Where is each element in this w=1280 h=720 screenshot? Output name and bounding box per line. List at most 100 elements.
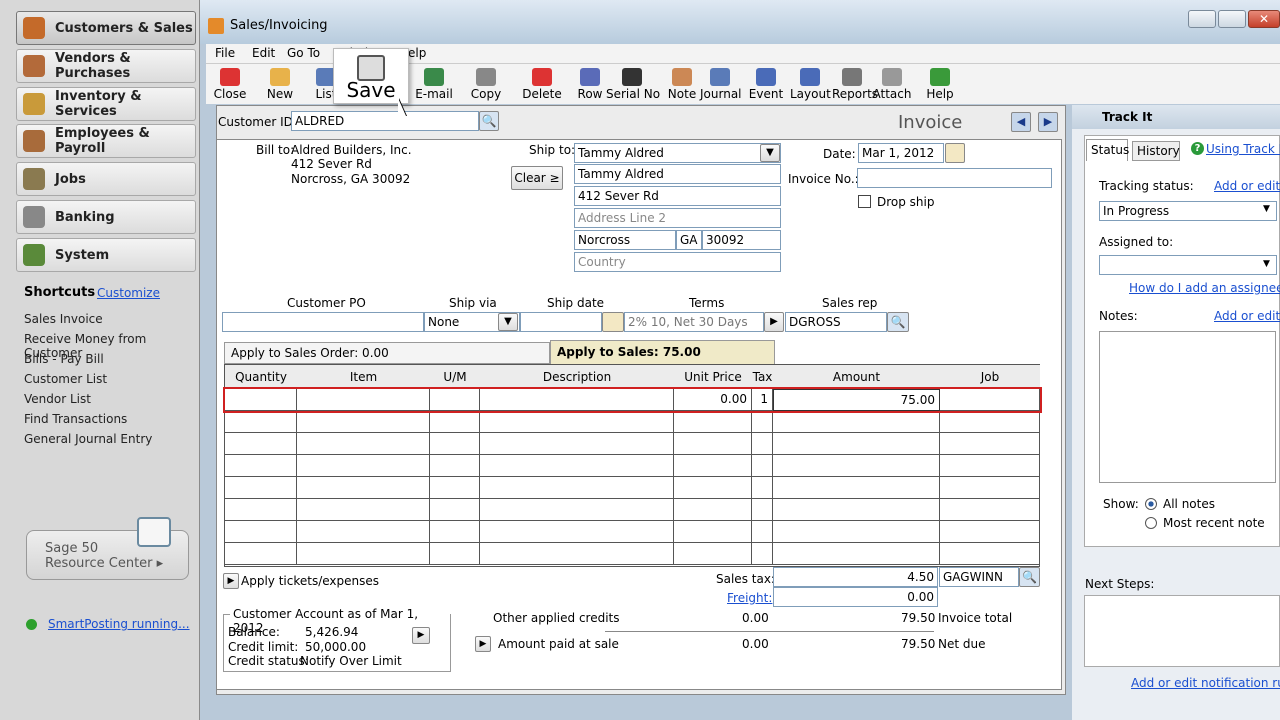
save-button[interactable]: Save [333,48,409,104]
table-cell[interactable] [752,455,773,477]
table-cell[interactable] [752,499,773,521]
drop-ship-checkbox[interactable] [858,195,871,208]
shortcut-item[interactable]: Vendor List [24,392,91,406]
notes-add-edit-link[interactable]: Add or edit [1214,309,1280,323]
tracking-add-edit-link[interactable]: Add or edit [1214,179,1280,193]
toolbar-journal-button[interactable]: Journal [700,68,742,104]
table-cell[interactable] [773,455,940,477]
table-cell[interactable] [225,389,297,411]
table-cell[interactable] [940,499,1040,521]
ship-via-chevron-icon[interactable]: ▼ [498,313,518,331]
assigned-to-select[interactable] [1099,255,1277,275]
table-cell[interactable] [674,455,752,477]
table-row[interactable] [225,411,1040,433]
smartposting-link[interactable]: SmartPosting running... [48,617,190,631]
table-cell[interactable] [940,543,1040,565]
date-field[interactable]: Mar 1, 2012 [858,143,944,163]
table-cell[interactable] [773,411,940,433]
ship-country-field[interactable]: Country [574,252,781,272]
ship-to-select[interactable]: Tammy Aldred [574,143,781,163]
ship-name-field[interactable]: Tammy Aldred [574,164,781,184]
table-cell[interactable] [773,499,940,521]
apply-tickets-link[interactable]: Apply tickets/expenses [241,574,379,588]
nav-item-system[interactable]: System [16,238,196,272]
clear-button[interactable]: Clear ≥ [511,166,563,190]
toolbar-layout-button[interactable]: Layout [790,68,831,104]
toolbar-help-button[interactable]: Help [920,68,960,104]
table-row[interactable] [225,499,1040,521]
table-cell[interactable] [297,455,430,477]
toolbar-row-button[interactable]: Row [570,68,610,104]
recent-note-radio[interactable] [1145,517,1157,529]
table-row[interactable] [225,521,1040,543]
table-cell[interactable] [480,499,674,521]
sales-rep-field[interactable]: DGROSS [785,312,887,332]
nav-item-jobs[interactable]: Jobs [16,162,196,196]
table-cell[interactable] [297,477,430,499]
table-cell[interactable] [940,455,1040,477]
table-cell[interactable] [225,499,297,521]
table-cell[interactable] [225,411,297,433]
menu-file[interactable]: File [215,46,235,60]
table-cell[interactable] [430,521,480,543]
table-cell[interactable] [940,389,1040,411]
table-cell[interactable] [940,411,1040,433]
tab-history[interactable]: History [1132,141,1180,161]
sales-tax-lookup-icon[interactable]: 🔍 [1019,567,1040,587]
table-cell[interactable]: 1 [752,389,773,411]
table-row[interactable] [225,543,1040,565]
nav-item-employees-payroll[interactable]: Employees & Payroll [16,124,196,158]
table-cell[interactable] [752,477,773,499]
sales-tax-code-field[interactable]: GAGWINN [939,567,1019,587]
table-cell[interactable] [752,543,773,565]
toolbar-note-button[interactable]: Note [662,68,702,104]
ship-address2-field[interactable]: Address Line 2 [574,208,781,228]
maximize-button[interactable] [1218,10,1246,28]
table-row[interactable] [225,455,1040,477]
terms-arrow-icon[interactable]: ▶ [764,312,784,332]
table-cell[interactable] [480,455,674,477]
table-cell[interactable] [430,411,480,433]
table-cell[interactable] [225,521,297,543]
sales-tax-field[interactable]: 4.50 [773,567,938,587]
table-cell[interactable] [480,411,674,433]
table-cell[interactable] [430,455,480,477]
table-cell[interactable]: 0.00 [674,389,752,411]
shortcut-item[interactable]: General Journal Entry [24,432,152,446]
toolbar-reports-button[interactable]: Reports [832,68,878,104]
minimize-button[interactable] [1188,10,1216,28]
table-cell[interactable] [225,543,297,565]
table-row[interactable] [225,433,1040,455]
table-cell[interactable] [225,477,297,499]
table-cell[interactable] [940,521,1040,543]
table-cell[interactable] [480,543,674,565]
sales-rep-lookup-icon[interactable]: 🔍 [887,312,909,332]
ship-city-field[interactable]: Norcross [574,230,676,250]
toolbar-e-mail-button[interactable]: E-mail [414,68,454,104]
table-cell[interactable] [297,499,430,521]
table-cell[interactable] [674,543,752,565]
toolbar-copy-button[interactable]: Copy [466,68,506,104]
ship-state-field[interactable]: GA [676,230,702,250]
table-cell[interactable] [752,411,773,433]
table-cell[interactable] [480,521,674,543]
notes-area[interactable] [1099,331,1276,483]
toolbar-new-button[interactable]: New [260,68,300,104]
table-cell[interactable] [297,543,430,565]
table-cell[interactable] [297,389,430,411]
account-arrow-icon[interactable]: ▶ [412,627,430,644]
toolbar-serial-no-button[interactable]: Serial No [606,68,660,104]
using-track-it-link[interactable]: Using Track It [1206,142,1280,156]
table-cell[interactable]: 75.00 [773,389,940,411]
menu-edit[interactable]: Edit [252,46,275,60]
tab-sales[interactable]: Apply to Sales: 75.00 [550,340,775,364]
previous-record-icon[interactable]: ◀ [1011,112,1031,132]
menu-goto[interactable]: Go To [287,46,320,60]
table-cell[interactable] [940,477,1040,499]
customer-id-field[interactable]: ALDRED [291,111,479,131]
nav-item-inventory-services[interactable]: Inventory & Services [16,87,196,121]
table-cell[interactable] [674,411,752,433]
table-cell[interactable] [480,433,674,455]
apply-tickets-arrow-icon[interactable]: ▶ [223,573,239,589]
table-cell[interactable] [297,433,430,455]
